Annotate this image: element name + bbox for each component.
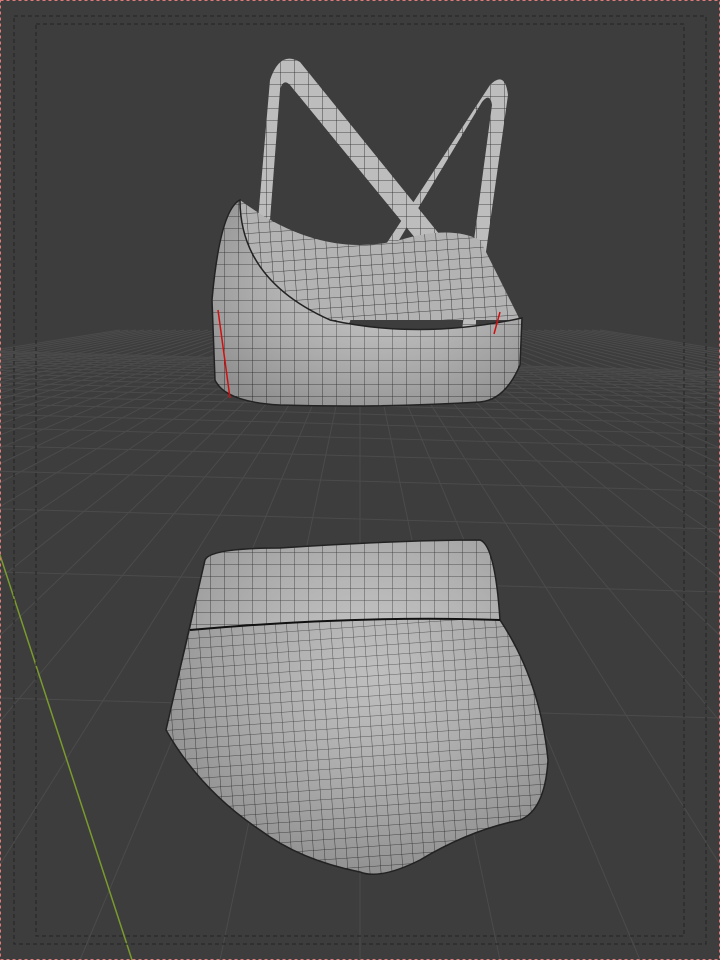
grid-line [0, 329, 217, 388]
grid-line [0, 329, 153, 359]
grid-line [0, 329, 145, 356]
grid-line [511, 329, 720, 383]
grid-line [527, 329, 720, 375]
grid-line [567, 329, 720, 359]
grid-line [0, 329, 137, 354]
grid-line [495, 329, 720, 394]
y-axis-line [0, 554, 133, 960]
grid-line [0, 329, 209, 383]
grid-line [0, 329, 121, 350]
grid-line [559, 329, 720, 362]
grid-line [583, 329, 720, 354]
3d-viewport[interactable] [0, 0, 720, 960]
grid-line [487, 329, 720, 400]
bra-strap-left [258, 58, 440, 250]
viewport-canvas[interactable] [0, 0, 720, 960]
sports-bra-mesh[interactable] [211, 58, 523, 407]
grid-line [575, 329, 720, 356]
shorts-mesh[interactable] [165, 539, 549, 875]
grid-line [0, 329, 161, 362]
grid-line [503, 329, 720, 388]
grid-line [519, 329, 720, 379]
grid-line [599, 329, 720, 350]
